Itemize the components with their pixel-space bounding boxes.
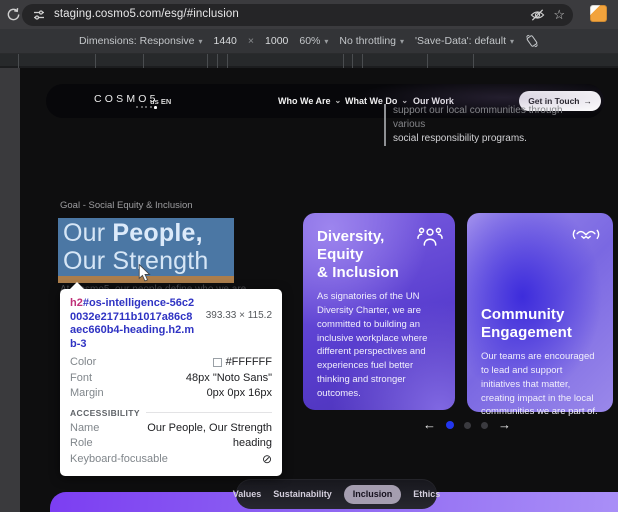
throttling-dropdown[interactable]: No throttling — [339, 35, 404, 47]
card-title: Community Engagement — [481, 306, 573, 341]
locale-selector[interactable]: us EN — [150, 97, 171, 106]
carousel-dot[interactable] — [464, 421, 471, 429]
card-diversity-equity-inclusion[interactable]: Diversity, Equity & Inclusion As signato… — [303, 213, 455, 410]
goal-label: Goal - Social Equity & Inclusion — [60, 200, 193, 211]
rotate-viewport-icon[interactable] — [525, 34, 539, 48]
tooltip-row-role: Role heading — [70, 437, 272, 449]
carousel-dot[interactable] — [481, 421, 488, 429]
accessibility-section-header: ACCESSIBILITY — [70, 408, 272, 418]
people-group-icon — [417, 226, 443, 247]
heading-line-1: Our People, — [63, 219, 203, 247]
bookmark-star-icon[interactable]: ☆ — [553, 7, 565, 22]
reload-icon[interactable] — [6, 7, 21, 22]
viewport-width-field[interactable]: 1440 — [214, 35, 237, 47]
devtools-window: staging.cosmo5.com/esg/#inclusion ☆ Dime… — [0, 0, 618, 512]
tooltip-arrow — [69, 282, 85, 290]
card-body: As signatories of the UN Diversity Chart… — [317, 291, 428, 400]
url-text[interactable]: staging.cosmo5.com/esg/#inclusion — [54, 8, 239, 20]
mouse-cursor — [138, 264, 151, 282]
carousel-next-button[interactable]: → — [498, 417, 511, 433]
zoom-dropdown[interactable]: 60% — [299, 35, 328, 47]
dimensions-separator: × — [247, 35, 255, 47]
tooltip-row-keyboard-focusable: Keyboard-focusable ⊘ — [70, 451, 272, 466]
device-toolbar: Dimensions: Responsive 1440 × 1000 60% N… — [0, 29, 618, 54]
tooltip-row-color: Color #FFFFFF — [70, 356, 272, 368]
media-query-ruler[interactable] — [0, 54, 618, 68]
inspect-tooltip: h2#os-intelligence-56c20032e21711b1017a8… — [60, 282, 282, 476]
emulated-page: COSMO5 us EN Who We Are What We Do Our W… — [20, 68, 618, 512]
card-body: Our teams are encouraged to lead and sup… — [481, 351, 598, 418]
tab-ethics[interactable]: Ethics — [413, 489, 440, 499]
nav-who-we-are[interactable]: Who We Are — [278, 96, 341, 106]
tooltip-row-name: Name Our People, Our Strength — [70, 421, 272, 434]
tab-sustainability[interactable]: Sustainability — [273, 489, 332, 499]
intro-paragraph: support our local communities through va… — [384, 104, 590, 146]
selector-tag: h2 — [70, 297, 83, 309]
not-focusable-icon: ⊘ — [261, 451, 272, 466]
carousel-prev-button[interactable]: ← — [423, 417, 436, 433]
tab-inclusion[interactable]: Inclusion — [343, 484, 402, 504]
logo-text: COSMO5 — [94, 93, 159, 105]
carousel-dot-active[interactable] — [446, 421, 454, 429]
logo-dots-icon — [136, 106, 157, 109]
esg-section-tabs: Values Sustainability Inclusion Ethics — [233, 479, 440, 509]
save-data-dropdown[interactable]: 'Save-Data': default — [415, 35, 514, 47]
intro-line-2: social responsibility programs. — [393, 133, 527, 144]
card-community-engagement[interactable]: Community Engagement Our teams are encou… — [467, 213, 613, 417]
intro-line-1: support our local communities through va… — [393, 105, 563, 130]
viewport-height-field[interactable]: 1000 — [265, 35, 288, 47]
dimensions-dropdown[interactable]: Dimensions: Responsive — [79, 35, 203, 47]
eye-off-icon[interactable] — [530, 8, 545, 22]
tab-values[interactable]: Values — [233, 489, 262, 499]
element-selector: h2#os-intelligence-56c20032e21711b1017a8… — [70, 297, 198, 351]
tooltip-row-margin: Margin 0px 0px 16px — [70, 387, 272, 399]
handshake-icon — [571, 226, 601, 246]
carousel-controls: ← → — [423, 417, 511, 433]
color-swatch — [212, 358, 222, 368]
element-dimensions: 393.33 × 115.2 — [205, 310, 272, 321]
address-bar[interactable]: staging.cosmo5.com/esg/#inclusion ☆ — [22, 4, 573, 26]
extension-icon[interactable] — [590, 5, 607, 22]
cosmo5-logo[interactable]: COSMO5 — [94, 93, 159, 109]
browser-toolbar: staging.cosmo5.com/esg/#inclusion ☆ — [0, 0, 618, 29]
site-settings-icon[interactable] — [33, 9, 45, 21]
tooltip-row-font: Font 48px "Noto Sans" — [70, 371, 272, 384]
